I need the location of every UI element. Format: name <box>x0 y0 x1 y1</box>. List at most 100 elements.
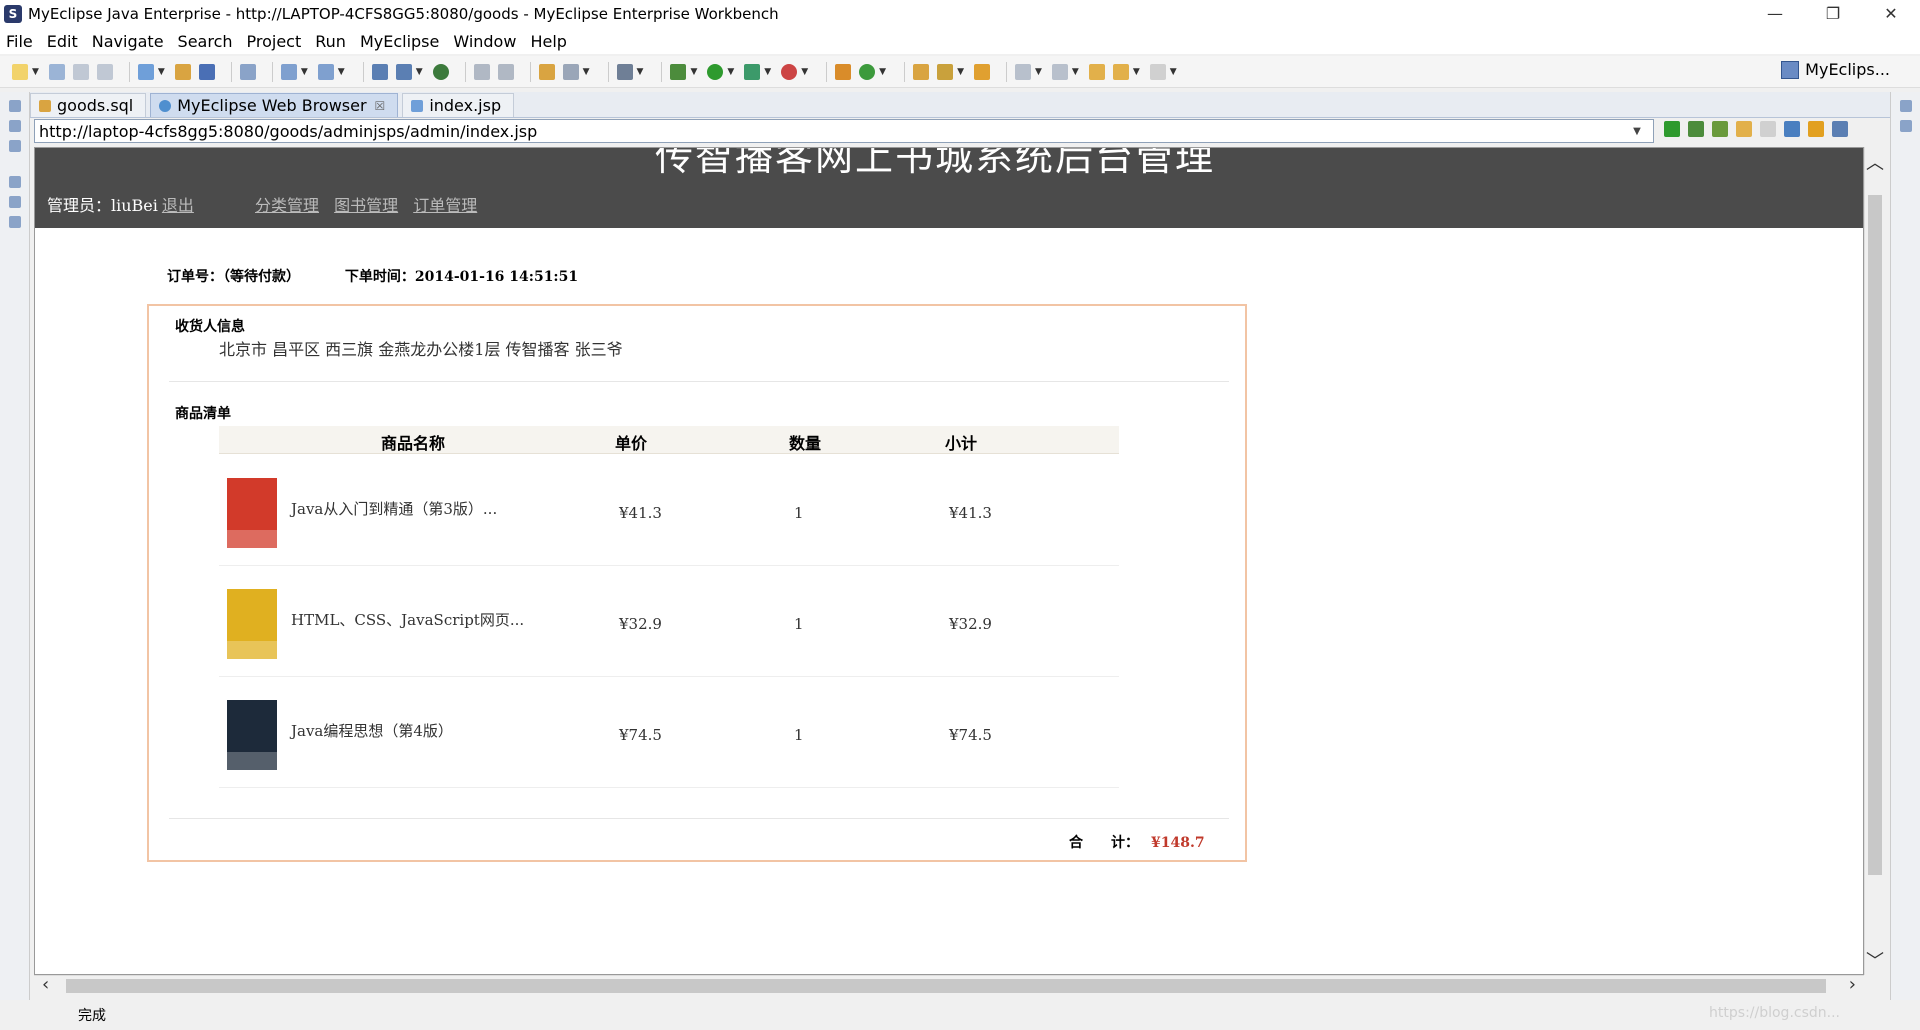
menu-window[interactable]: Window <box>453 32 516 51</box>
web-service-icon[interactable] <box>538 63 555 80</box>
new-package-dropdown-icon[interactable]: ▼ <box>879 67 886 77</box>
new-project-dropdown-icon[interactable]: ▼ <box>158 67 165 77</box>
tab-index-jsp[interactable]: index.jsp <box>402 93 515 117</box>
menu-project[interactable]: Project <box>247 32 302 51</box>
open-type-icon[interactable] <box>913 63 930 80</box>
print-icon[interactable] <box>96 63 113 80</box>
book-cover-image[interactable] <box>227 700 277 770</box>
url-history-dropdown-icon[interactable]: ▼ <box>1629 126 1645 137</box>
new-package-icon[interactable] <box>859 63 876 80</box>
server-manage-icon[interactable] <box>395 63 412 80</box>
wizard-dropdown-icon[interactable]: ▼ <box>301 67 308 77</box>
refresh-icon[interactable] <box>1808 121 1824 137</box>
package-explorer-icon[interactable] <box>9 120 21 132</box>
screenshot-icon[interactable] <box>616 63 633 80</box>
nav-orders-link[interactable]: 订单管理 <box>413 196 477 215</box>
run-dropdown-icon[interactable]: ▼ <box>727 67 734 77</box>
debug-icon[interactable] <box>670 63 687 80</box>
close-tab-icon[interactable]: ☒ <box>375 99 386 113</box>
menu-myeclipse[interactable]: MyEclipse <box>360 32 439 51</box>
wizard2-icon[interactable] <box>317 63 334 80</box>
scroll-down-icon[interactable]: ﹀ <box>1865 947 1885 973</box>
scroll-thumb[interactable] <box>66 979 1826 993</box>
new-icon[interactable] <box>12 63 28 80</box>
scroll-right-icon[interactable]: › <box>1849 974 1856 995</box>
search-icon[interactable] <box>937 63 954 80</box>
next-annotation-icon[interactable] <box>1014 63 1031 80</box>
debug-dropdown-icon[interactable]: ▼ <box>690 67 697 77</box>
minimize-button[interactable]: — <box>1746 0 1804 28</box>
back-dropdown-icon[interactable]: ▼ <box>1133 67 1140 77</box>
new-class-icon[interactable] <box>835 63 852 80</box>
screenshot-dropdown-icon[interactable]: ▼ <box>637 67 644 77</box>
image-view-icon[interactable] <box>9 196 21 208</box>
tab-web-browser[interactable]: MyEclipse Web Browser ☒ <box>150 93 399 117</box>
database-icon[interactable] <box>239 63 256 80</box>
restore-view-icon[interactable] <box>1900 100 1912 112</box>
go-icon[interactable] <box>1664 121 1680 137</box>
scroll-left-icon[interactable]: ‹ <box>42 974 49 995</box>
external-tools-icon[interactable] <box>781 63 798 80</box>
save-all-icon[interactable] <box>72 63 89 80</box>
horizontal-scrollbar[interactable]: ‹ › <box>34 974 1864 995</box>
profile-icon[interactable] <box>744 63 761 80</box>
properties-view-icon[interactable] <box>9 216 21 228</box>
url-input[interactable] <box>39 121 1629 141</box>
deploy-icon[interactable] <box>198 63 215 80</box>
back-icon[interactable] <box>1736 121 1752 137</box>
restore-button[interactable]: ❐ <box>1804 0 1862 28</box>
browser-settings-icon[interactable] <box>1832 121 1848 137</box>
debug-browser-icon[interactable] <box>1688 121 1704 137</box>
perspective-switcher[interactable]: MyEclips... <box>1781 60 1890 79</box>
search-dropdown-icon[interactable]: ▼ <box>957 67 964 77</box>
save-icon[interactable] <box>48 63 65 80</box>
package-icon[interactable] <box>174 63 191 80</box>
menu-help[interactable]: Help <box>530 32 566 51</box>
redo-icon[interactable] <box>497 63 514 80</box>
forward-dropdown-icon[interactable]: ▼ <box>1170 67 1177 77</box>
scroll-up-icon[interactable]: ︿ <box>1865 149 1885 175</box>
wizard2-dropdown-icon[interactable]: ▼ <box>338 67 345 77</box>
undo-icon[interactable] <box>473 63 490 80</box>
close-button[interactable]: ✕ <box>1862 0 1920 28</box>
book-name-link[interactable]: HTML、CSS、JavaScript网页... <box>291 609 524 630</box>
menu-file[interactable]: File <box>6 32 33 51</box>
back-icon[interactable] <box>1112 63 1129 80</box>
vertical-scrollbar[interactable]: ︿ ﹀ <box>1864 147 1884 975</box>
menu-navigate[interactable]: Navigate <box>92 32 164 51</box>
external-tools-dropdown-icon[interactable]: ▼ <box>801 67 808 77</box>
book-cover-image[interactable] <box>227 478 277 548</box>
open-folder-icon[interactable] <box>973 63 990 80</box>
server-icon[interactable] <box>371 63 388 80</box>
restore-view-icon[interactable] <box>9 100 21 112</box>
logout-link[interactable]: 退出 <box>162 196 194 215</box>
prev-annotation-icon[interactable] <box>1051 63 1068 80</box>
book-name-link[interactable]: Java编程思想（第4版） <box>291 720 453 741</box>
restore-view-icon[interactable] <box>9 176 21 188</box>
menu-search[interactable]: Search <box>178 32 233 51</box>
server-dropdown-icon[interactable]: ▼ <box>416 67 423 77</box>
wizard-icon[interactable] <box>280 63 297 80</box>
menu-edit[interactable]: Edit <box>47 32 78 51</box>
nav-books-link[interactable]: 图书管理 <box>334 196 398 215</box>
globe-icon[interactable] <box>432 63 449 80</box>
forward-icon[interactable] <box>1760 121 1776 137</box>
stop-icon[interactable] <box>1784 121 1800 137</box>
run-icon[interactable] <box>707 63 724 80</box>
menu-run[interactable]: Run <box>315 32 346 51</box>
forward-icon[interactable] <box>1149 63 1166 80</box>
profile-dropdown-icon[interactable]: ▼ <box>764 67 771 77</box>
outline-view-icon[interactable] <box>1900 120 1912 132</box>
run-config-dropdown-icon[interactable]: ▼ <box>583 67 590 77</box>
new-project-icon[interactable] <box>137 63 154 80</box>
scroll-thumb[interactable] <box>1868 195 1882 875</box>
hierarchy-icon[interactable] <box>9 140 21 152</box>
tab-goods-sql[interactable]: goods.sql <box>30 93 147 117</box>
new-dropdown-icon[interactable]: ▼ <box>32 67 39 77</box>
book-name-link[interactable]: Java从入门到精通（第3版）... <box>291 498 497 519</box>
nav-category-link[interactable]: 分类管理 <box>255 196 319 215</box>
book-cover-image[interactable] <box>227 589 277 659</box>
prev-annotation-dropdown-icon[interactable]: ▼ <box>1072 67 1079 77</box>
next-annotation-dropdown-icon[interactable]: ▼ <box>1035 67 1042 77</box>
run-config-icon[interactable] <box>562 63 579 80</box>
